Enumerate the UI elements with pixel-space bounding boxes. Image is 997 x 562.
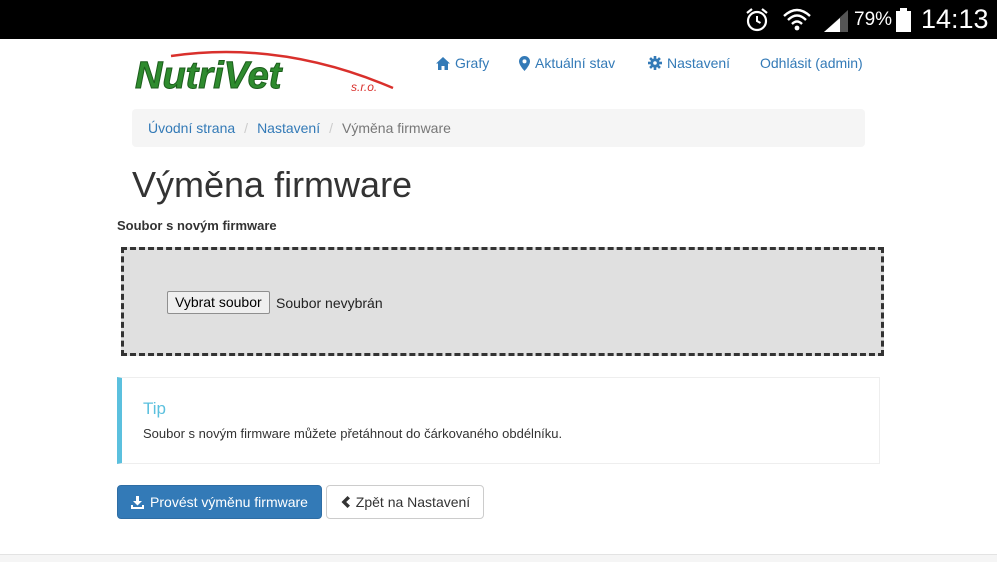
tip-text: Soubor s novým firmware můžete přetáhnou… [143,426,563,441]
page-title: Výměna firmware [132,164,413,205]
wifi-icon [783,8,811,31]
breadcrumb-current: Výměna firmware [342,120,451,136]
breadcrumb-settings[interactable]: Nastavení [257,120,320,136]
button-label: Zpět na Nastavení [355,494,471,510]
file-status-text: Soubor nevybrán [276,295,383,311]
download-icon [131,495,145,509]
button-label: Provést výměnu firmware [150,494,308,510]
breadcrumb: Úvodní strana / Nastavení / Výměna firmw… [132,109,865,147]
logo-text: NutriVet [135,55,283,96]
nav-label: Grafy [455,55,490,71]
breadcrumb-home[interactable]: Úvodní strana [148,120,235,136]
nav-label: Aktuální stav [535,55,616,71]
chevron-left-icon [341,496,350,508]
logo-suffix: s.r.o. [351,80,377,94]
nutrivet-logo[interactable]: NutriVet s.r.o. [131,44,401,96]
nav-label: Nastavení [667,55,731,71]
nav-nastaveni[interactable]: Nastavení [648,55,730,71]
nav-odhlasit[interactable]: Odhlásit (admin) [760,55,863,71]
breadcrumb-separator: / [244,120,249,136]
clock: 14:13 [921,4,989,34]
nav-grafy[interactable]: Grafy [436,55,489,71]
signal-icon [824,10,848,32]
file-dropzone[interactable]: Vybrat soubor Soubor nevybrán [121,247,884,356]
alarm-icon [746,8,768,32]
battery-percent: 79% [854,9,893,30]
tip-title: Tip [143,399,166,418]
file-field-label: Soubor s novým firmware [117,218,277,233]
status-bar: 79% 14:13 [0,0,997,39]
choose-file-button[interactable]: Vybrat soubor [167,291,270,314]
nav-label: Odhlásit (admin) [760,55,863,71]
tip-callout: Tip Soubor s novým firmware můžete přetá… [117,377,880,464]
back-to-settings-button[interactable]: Zpět na Nastavení [326,485,484,519]
upgrade-firmware-button[interactable]: Provést výměnu firmware [117,485,322,519]
breadcrumb-separator: / [329,120,333,136]
battery-icon [896,8,911,32]
home-icon [436,56,450,70]
map-marker-icon [519,55,530,71]
gear-icon [648,56,662,70]
nav-aktualni-stav[interactable]: Aktuální stav [519,55,615,71]
